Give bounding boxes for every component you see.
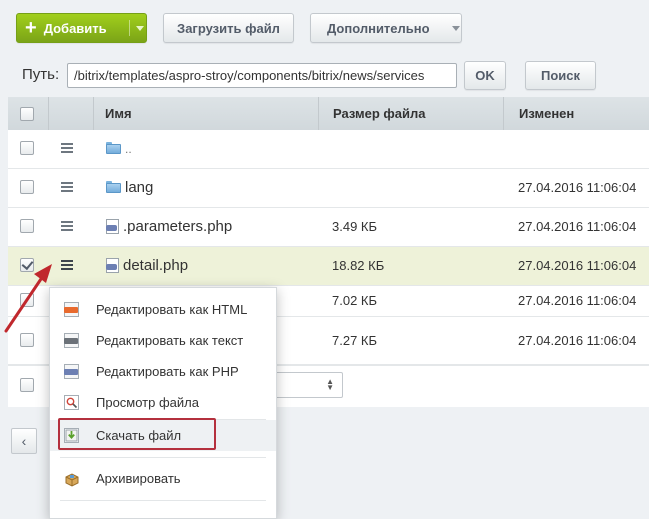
menu-item-label: Редактировать как PHP <box>96 364 239 379</box>
plus-icon: + <box>25 17 37 39</box>
file-name[interactable]: .. <box>106 130 132 168</box>
table-row-selected[interactable]: detail.php 18.82 КБ 27.04.2016 11:06:04 <box>8 247 649 286</box>
file-size: 18.82 КБ <box>332 258 385 273</box>
column-divider <box>503 97 504 130</box>
file-date: 27.04.2016 11:06:04 <box>518 180 637 195</box>
menu-separator <box>60 500 266 501</box>
row-menu-icon[interactable] <box>61 143 73 154</box>
menu-separator <box>60 457 266 458</box>
txt-edit-icon <box>64 333 79 348</box>
add-button-label: Добавить <box>43 20 107 36</box>
row-checkbox[interactable] <box>20 180 34 194</box>
row-checkbox[interactable] <box>20 141 34 155</box>
column-divider <box>318 97 319 130</box>
row-checkbox-checked[interactable] <box>20 258 34 272</box>
chevron-down-icon <box>451 25 460 31</box>
menu-item-label: Архивировать <box>96 471 181 486</box>
ok-button-label: OK <box>475 68 495 83</box>
table-header: Имя Размер файла Изменен <box>8 97 649 131</box>
file-date: 27.04.2016 11:06:04 <box>518 219 637 234</box>
menu-item-edit-text[interactable]: Редактировать как текст <box>50 325 276 356</box>
row-checkbox[interactable] <box>20 293 34 307</box>
file-size: 7.02 КБ <box>332 293 378 308</box>
add-button-divider <box>129 20 130 36</box>
folder-icon <box>106 181 121 194</box>
file-size: 3.49 КБ <box>332 219 378 234</box>
menu-item-label: Редактировать как HTML <box>96 302 248 317</box>
search-button-label: Поиск <box>540 68 580 83</box>
column-divider <box>93 97 94 130</box>
row-menu-icon[interactable] <box>61 221 73 232</box>
path-label: Путь: <box>22 66 60 83</box>
menu-item-label: Редактировать как текст <box>96 333 244 348</box>
more-button-label: Дополнительно <box>327 20 430 36</box>
column-divider <box>48 97 49 130</box>
file-name[interactable]: detail.php <box>106 247 188 285</box>
row-menu-icon[interactable] <box>61 182 73 193</box>
more-button[interactable]: Дополнительно <box>310 13 462 43</box>
file-name-text: .parameters.php <box>123 218 233 235</box>
php-edit-icon <box>64 364 79 379</box>
column-header-modified[interactable]: Изменен <box>519 97 574 130</box>
chevron-down-icon[interactable] <box>136 26 144 31</box>
file-size: 7.27 КБ <box>332 333 378 348</box>
file-name[interactable]: lang <box>106 169 153 207</box>
row-checkbox[interactable] <box>20 333 34 347</box>
view-file-icon <box>64 395 79 410</box>
select-all-checkbox[interactable] <box>20 107 34 121</box>
search-button[interactable]: Поиск <box>525 61 596 90</box>
row-checkbox[interactable] <box>20 219 34 233</box>
file-name-text: lang <box>125 179 154 196</box>
updown-arrows-icon: ▲ ▼ <box>326 377 334 392</box>
menu-item-archive[interactable]: Архивировать <box>50 463 276 494</box>
column-header-size[interactable]: Размер файла <box>333 97 426 130</box>
menu-item-view-file[interactable]: Просмотр файла <box>50 387 276 418</box>
context-menu: Редактировать как HTML Редактировать как… <box>49 287 277 519</box>
html-edit-icon <box>64 302 79 317</box>
path-input[interactable]: /bitrix/templates/aspro-stroy/components… <box>67 63 457 88</box>
table-row[interactable]: .. <box>8 130 649 169</box>
php-file-icon <box>106 257 119 273</box>
menu-item-label: Просмотр файла <box>96 395 199 410</box>
pager-prev-button[interactable]: ‹ <box>11 428 37 454</box>
download-highlight-frame <box>58 418 216 450</box>
menu-item-edit-html[interactable]: Редактировать как HTML <box>50 294 276 325</box>
php-file-icon <box>106 218 119 234</box>
file-name-text: .. <box>125 142 132 156</box>
upload-file-label: Загрузить файл <box>177 20 280 36</box>
upload-file-button[interactable]: Загрузить файл <box>163 13 294 43</box>
file-name[interactable]: .parameters.php <box>106 208 232 246</box>
menu-item-edit-php[interactable]: Редактировать как PHP <box>50 356 276 387</box>
add-button[interactable]: + Добавить <box>16 13 147 43</box>
folder-up-icon <box>106 142 121 155</box>
table-row[interactable]: .parameters.php 3.49 КБ 27.04.2016 11:06… <box>8 208 649 247</box>
ok-button[interactable]: OK <box>464 61 506 90</box>
file-name-text: detail.php <box>123 257 189 274</box>
file-date: 27.04.2016 11:06:04 <box>518 258 637 273</box>
file-date: 27.04.2016 11:06:04 <box>518 333 637 348</box>
column-header-name[interactable]: Имя <box>105 97 132 130</box>
footer-checkbox[interactable] <box>20 378 34 392</box>
archive-icon <box>64 471 79 487</box>
table-row[interactable]: lang 27.04.2016 11:06:04 <box>8 169 649 208</box>
row-menu-icon[interactable] <box>61 260 73 271</box>
file-date: 27.04.2016 11:06:04 <box>518 293 637 308</box>
